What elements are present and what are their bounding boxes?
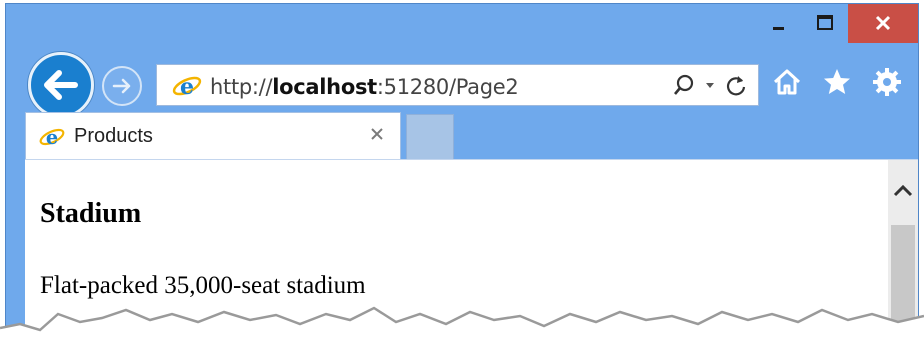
back-button[interactable]	[28, 52, 94, 118]
toolbar-icons	[772, 67, 902, 97]
url-rest: :51280/Page2	[376, 75, 519, 99]
url-host: localhost	[272, 75, 377, 99]
ie-logo-icon: e	[39, 126, 65, 149]
product-name: Stadium	[40, 198, 142, 229]
new-tab-button[interactable]	[406, 114, 454, 160]
tab-title: Products	[74, 125, 153, 147]
address-bar[interactable]: e http://localhost:51280/Page2	[156, 64, 759, 106]
arrow-right-icon	[112, 78, 131, 94]
settings-gear-icon[interactable]	[872, 67, 902, 97]
ie-logo-icon: e	[172, 74, 202, 99]
url-scheme: http://	[210, 75, 273, 99]
arrow-left-icon	[44, 70, 78, 100]
dropdown-icon[interactable]	[704, 73, 716, 97]
product-description: Flat-packed 35,000-seat stadium	[40, 272, 366, 299]
maximize-icon	[817, 15, 833, 30]
minimize-icon	[773, 27, 784, 30]
scroll-up-icon[interactable]	[892, 182, 914, 198]
svg-text:e: e	[180, 74, 194, 99]
window-controls	[756, 4, 918, 47]
url-text[interactable]: http://localhost:51280/Page2	[210, 75, 519, 99]
tab-products[interactable]: e Products	[25, 112, 401, 160]
favorites-star-icon[interactable]	[822, 67, 852, 97]
search-icon[interactable]	[672, 73, 696, 97]
torn-edge	[0, 306, 924, 358]
svg-text:e: e	[46, 126, 58, 149]
minimize-button[interactable]	[756, 4, 802, 43]
close-tab-icon[interactable]	[368, 125, 386, 143]
refresh-icon[interactable]	[724, 73, 748, 97]
close-window-button[interactable]	[848, 4, 918, 43]
home-icon[interactable]	[772, 67, 802, 97]
forward-button[interactable]	[102, 66, 142, 106]
close-icon	[875, 15, 891, 31]
address-tools	[672, 73, 748, 97]
maximize-button[interactable]	[802, 4, 848, 43]
